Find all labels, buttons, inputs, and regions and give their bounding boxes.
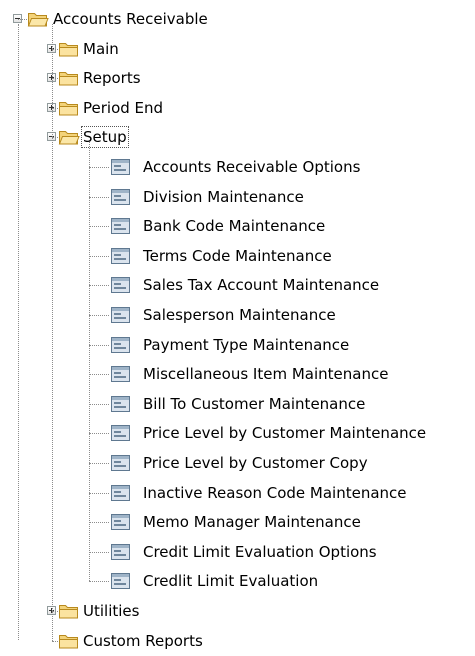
tree-guide-line (89, 374, 109, 376)
tree-leaf-label: Miscellaneous Item Maintenance (143, 365, 389, 384)
folder-icon (58, 602, 80, 620)
tree-node-utilities[interactable]: Utilities (0, 596, 475, 626)
form-icon (110, 188, 131, 206)
tree-leaf-label: Bill To Customer Maintenance (143, 394, 366, 413)
tree-leaf-bank-code-maintenance[interactable]: Bank Code Maintenance (0, 211, 475, 241)
tree-guide-line (52, 640, 58, 642)
tree-guide-line (89, 226, 109, 228)
tree-leaf-label: Credit Limit Evaluation Options (143, 542, 377, 561)
tree-leaf-label: Price Level by Customer Copy (143, 454, 368, 472)
tree-guide-line (89, 522, 109, 524)
tree-guide-line (89, 255, 109, 257)
form-icon (110, 247, 131, 265)
folder-icon (58, 40, 80, 58)
form-icon (110, 395, 131, 413)
tree-guide-line (89, 167, 109, 168)
tree-leaf-division-maintenance[interactable]: Division Maintenance (0, 182, 475, 212)
form-icon (110, 572, 131, 590)
tree-node-label: Utilities (83, 602, 140, 620)
tree-leaf-sales-tax-account-maintenance[interactable]: Sales Tax Account Maintenance (0, 270, 475, 300)
form-icon (110, 454, 131, 472)
form-icon (110, 543, 131, 561)
tree-leaf-label: Accounts Receivable Options (143, 158, 361, 176)
tree-leaf-label: Credlit Limit Evaluation (143, 572, 319, 591)
tree-node-setup[interactable]: Setup (0, 122, 475, 152)
tree-guide-line (52, 611, 58, 612)
tree-leaf-label: Sales Tax Account Maintenance (143, 276, 380, 295)
tree-leaf-inactive-reason-code-maintenance[interactable]: Inactive Reason Code Maintenance (0, 478, 475, 508)
tree-leaf-label: Price Level by Customer Maintenance (143, 424, 427, 443)
tree-guide-line (89, 581, 109, 583)
tree-guide-line (52, 78, 58, 80)
tree-guide-line (52, 48, 58, 50)
tree-leaf-miscellaneous-item-maintenance[interactable]: Miscellaneous Item Maintenance (0, 359, 475, 389)
tree-node-label: Period End (83, 98, 164, 117)
tree-node-label: Custom Reports (83, 631, 203, 650)
tree-guide-line (52, 137, 58, 139)
tree-node-period-end[interactable]: Period End (0, 93, 475, 123)
tree-guide-line (89, 433, 109, 435)
tree-node-reports[interactable]: Reports (0, 63, 475, 93)
form-icon (110, 306, 131, 324)
tree-leaf-price-level-by-customer-copy[interactable]: Price Level by Customer Copy (0, 448, 475, 478)
tree-node-accounts-receivable[interactable]: Accounts Receivable (0, 4, 475, 34)
tree-leaf-label: Bank Code Maintenance (143, 217, 326, 236)
tree-leaf-memo-manager-maintenance[interactable]: Memo Manager Maintenance (0, 507, 475, 537)
tree-guide-line (89, 315, 109, 316)
tree-guide-line (89, 196, 109, 198)
tree-guide-line (18, 24, 19, 640)
form-icon (110, 424, 131, 442)
folder-icon (58, 632, 80, 650)
form-icon (110, 365, 131, 383)
tree-guide-line (89, 492, 109, 494)
tree-leaf-payment-type-maintenance[interactable]: Payment Type Maintenance (0, 330, 475, 360)
tree-node-label: Main (83, 39, 119, 58)
tree-guide-line (89, 403, 109, 405)
tree-leaf-salesperson-maintenance[interactable]: Salesperson Maintenance (0, 300, 475, 330)
tree-leaf-credlit-limit-evaluation[interactable]: Credlit Limit Evaluation (0, 566, 475, 596)
tree-guide-line (89, 344, 109, 346)
form-icon (110, 484, 131, 502)
tree-guide-line (89, 463, 109, 464)
tree-leaf-credit-limit-evaluation-options[interactable]: Credit Limit Evaluation Options (0, 537, 475, 567)
tree-leaf-price-level-by-customer-maintenance[interactable]: Price Level by Customer Maintenance (0, 418, 475, 448)
folder-icon (58, 99, 80, 117)
tree-guide-line (89, 551, 109, 553)
tree-leaf-accounts-receivable-options[interactable]: Accounts Receivable Options (0, 152, 475, 182)
tree-node-main[interactable]: Main (0, 34, 475, 64)
form-icon (110, 217, 131, 235)
tree-leaf-label: Inactive Reason Code Maintenance (143, 483, 407, 502)
form-icon (110, 336, 131, 354)
folder-icon (58, 69, 80, 87)
tree-node-label: Reports (83, 69, 141, 88)
folder-open-icon (58, 128, 80, 146)
tree-leaf-label: Payment Type Maintenance (143, 335, 350, 354)
tree-guide-line (52, 107, 58, 109)
tree-guide-line (18, 19, 27, 20)
form-icon (110, 158, 131, 176)
tree-leaf-label: Terms Code Maintenance (143, 246, 332, 265)
form-icon (110, 276, 131, 294)
tree-node-label: Accounts Receivable (53, 10, 208, 28)
tree-leaf-label: Memo Manager Maintenance (143, 513, 361, 532)
tree-leaf-bill-to-customer-maintenance[interactable]: Bill To Customer Maintenance (0, 389, 475, 419)
tree-leaf-label: Division Maintenance (143, 187, 304, 206)
tree-guide-line (89, 142, 90, 582)
form-icon (110, 513, 131, 531)
navigation-tree: Accounts Receivable Main Reports Period End… (0, 0, 475, 650)
tree-guide-line (52, 24, 53, 641)
tree-node-custom-reports[interactable]: Custom Reports (0, 626, 475, 656)
tree-leaf-terms-code-maintenance[interactable]: Terms Code Maintenance (0, 241, 475, 271)
tree-guide-line (89, 285, 109, 287)
tree-leaf-label: Salesperson Maintenance (143, 306, 336, 324)
folder-open-icon (27, 10, 49, 28)
